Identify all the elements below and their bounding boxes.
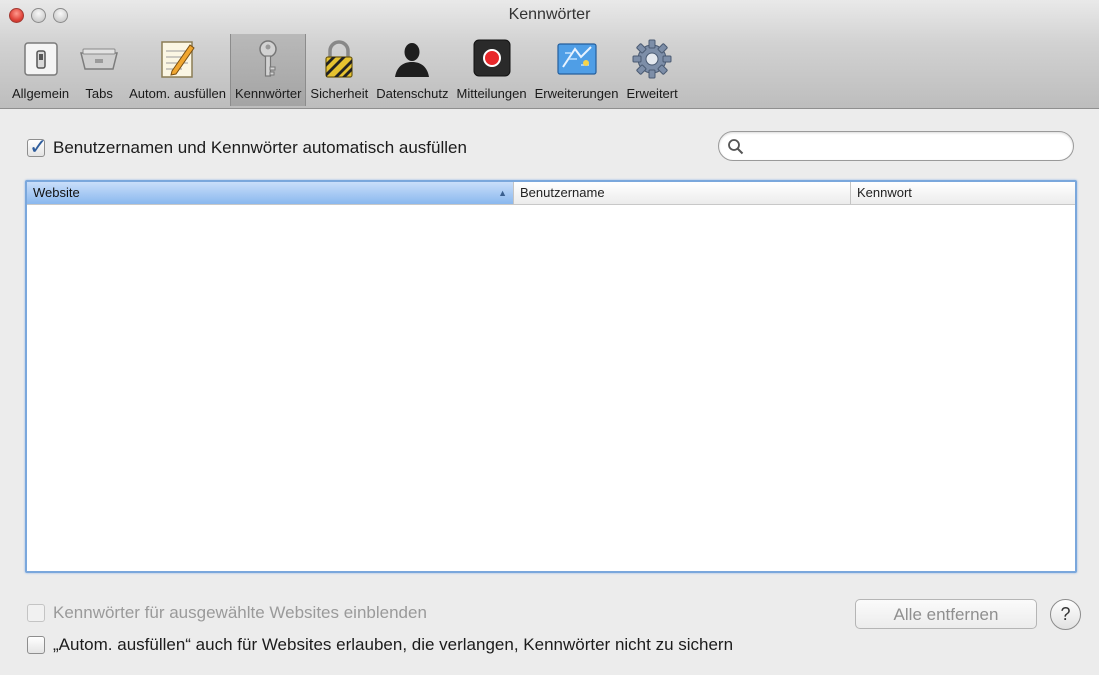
column-header-benutzername[interactable]: Benutzername [514,182,851,204]
toolbar-item-erweiterungen[interactable]: Erweiterungen [531,34,623,106]
allow-autofill-checkbox[interactable] [27,636,45,654]
show-passwords-checkbox [27,604,45,622]
toolbar-label: Autom. ausfüllen [129,86,226,101]
puzzle-extension-icon [556,43,597,75]
notification-record-icon [473,39,511,77]
toolbar-item-sicherheit[interactable]: Sicherheit [306,34,372,106]
toolbar-label: Mitteilungen [456,86,527,101]
toolbar-item-tabs[interactable]: Tabs [73,34,125,106]
column-header-label: Kennwort [857,185,912,200]
tabs-icon [80,48,119,70]
preferences-toolbar: Allgemein Tabs Autom. ausfüllen Kennwört… [8,34,682,108]
autofill-pencil-icon [160,41,195,78]
general-switch-icon [23,42,58,76]
toolbar-label: Kennwörter [234,86,302,101]
column-header-kennwort[interactable]: Kennwort [851,182,1075,204]
table-header: Website ▲ Benutzername Kennwort [27,182,1075,205]
title-bar: Kennwörter Allgemein Tabs Autom. ausfüll… [0,0,1099,109]
sort-ascending-icon: ▲ [498,188,507,198]
toolbar-item-mitteilungen[interactable]: Mitteilungen [453,34,531,106]
autofill-option[interactable]: Benutzernamen und Kennwörter automatisch… [27,134,467,160]
toolbar-label: Tabs [85,86,113,101]
toolbar-label: Allgemein [12,86,70,101]
remove-all-button[interactable]: Alle entfernen [855,599,1037,629]
column-header-label: Benutzername [520,185,605,200]
show-passwords-option: Kennwörter für ausgewählte Websites einb… [27,603,427,623]
passwords-table[interactable]: Website ▲ Benutzername Kennwort [25,180,1077,573]
help-button[interactable]: ? [1050,599,1081,630]
search-icon [728,139,744,155]
toolbar-item-kennwoerter[interactable]: Kennwörter [229,34,307,106]
toolbar-item-autofill[interactable]: Autom. ausfüllen [125,34,230,106]
toolbar-label: Datenschutz [376,86,449,101]
column-header-label: Website [33,185,80,200]
key-icon [259,40,277,77]
window-title: Kennwörter [508,6,591,23]
search-field[interactable] [718,131,1074,161]
gear-icon [632,39,672,79]
show-passwords-label: Kennwörter für ausgewählte Websites einb… [53,603,427,622]
toolbar-label: Erweiterungen [534,86,619,101]
allow-autofill-label: „Autom. ausfüllen“ auch für Websites erl… [53,635,734,654]
autofill-checkbox[interactable] [27,134,47,160]
person-silhouette-icon [395,43,430,77]
toolbar-item-allgemein[interactable]: Allgemein [8,34,73,106]
allow-autofill-option[interactable]: „Autom. ausfüllen“ auch für Websites erl… [27,635,733,655]
toolbar-label: Erweitert [626,86,678,101]
search-input[interactable] [749,136,1063,158]
column-header-website[interactable]: Website ▲ [27,182,514,204]
toolbar-item-erweitert[interactable]: Erweitert [622,34,681,106]
autofill-label: Benutzernamen und Kennwörter automatisch… [53,138,467,157]
toolbar-label: Sicherheit [310,86,369,101]
toolbar-item-datenschutz[interactable]: Datenschutz [372,34,452,106]
preferences-window: Kennwörter Allgemein Tabs Autom. ausfüll… [0,0,1099,675]
lock-icon [325,40,353,78]
